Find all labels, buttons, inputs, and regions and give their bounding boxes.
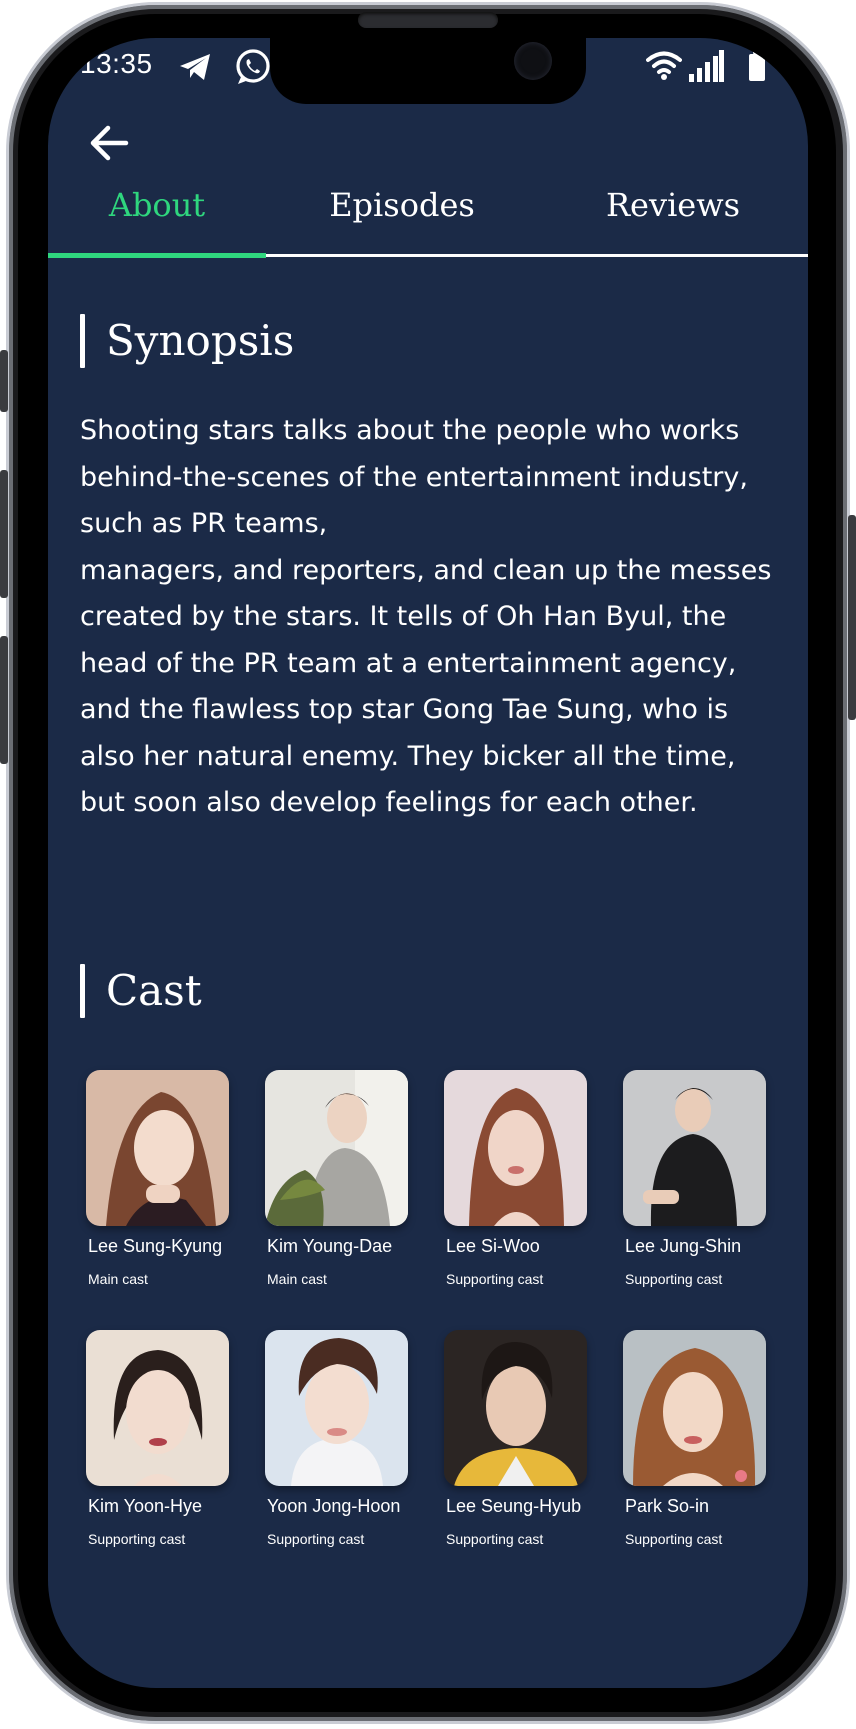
cast-card[interactable]: Park So-in Supporting cast [619,1330,771,1570]
wifi-icon [646,51,682,80]
mute-switch [0,350,8,412]
volume-down-button [0,636,8,764]
cast-name: Kim Young-Dae [267,1236,393,1256]
cast-card[interactable]: Lee Sung-Kyung Main cast [82,1070,234,1310]
cast-role: Supporting cast [625,1531,723,1547]
cast-photo [623,1330,766,1486]
back-arrow-icon[interactable] [88,122,130,164]
cast-card[interactable]: Lee Jung-Shin Supporting cast [619,1070,771,1310]
cast-name: Kim Yoon-Hye [88,1496,203,1516]
volume-up-button [0,470,8,598]
front-camera [514,42,552,80]
cast-photo [444,1330,587,1486]
cast-name: Lee Jung-Shin [625,1236,742,1256]
telegram-icon [180,54,210,80]
cast-name: Lee Seung-Hyub [446,1496,582,1516]
cast-photo [86,1330,229,1486]
section-accent-bar [80,314,85,368]
cast-photo [265,1070,408,1226]
cast-role: Supporting cast [446,1271,544,1287]
synopsis-title: Synopsis [106,316,295,365]
cast-photo [623,1070,766,1226]
earpiece-speaker [358,12,498,28]
synopsis-text: Shooting stars talks about the people wh… [80,415,772,818]
cast-role: Supporting cast [267,1531,365,1547]
notch [270,38,586,104]
cast-name: Lee Sung-Kyung [88,1236,223,1256]
whatsapp-icon [236,49,270,84]
app-screen: 13:35 About Episodes Reviews Synopsis Sh… [48,38,808,1688]
section-accent-bar [80,964,85,1018]
tab-about[interactable]: About [48,186,266,230]
tab-reviews[interactable]: Reviews [538,186,808,230]
cast-photo [86,1070,229,1226]
signal-icon [689,50,724,82]
cast-role: Main cast [88,1271,148,1287]
cast-card[interactable]: Lee Si-Woo Supporting cast [440,1070,592,1310]
cast-card[interactable]: Kim Yoon-Hye Supporting cast [82,1330,234,1570]
power-button [848,515,856,720]
cast-card[interactable]: Kim Young-Dae Main cast [261,1070,413,1310]
cast-name: Lee Si-Woo [446,1236,540,1256]
cast-name: Park So-in [625,1496,710,1516]
tab-episodes[interactable]: Episodes [266,186,538,230]
cast-role: Supporting cast [446,1531,544,1547]
status-time: 13:35 [80,48,153,79]
cast-title: Cast [106,966,202,1015]
cast-role: Main cast [267,1271,327,1287]
battery-icon [749,50,765,81]
cast-photo [265,1330,408,1486]
cast-role: Supporting cast [625,1271,723,1287]
tab-bar: About Episodes Reviews [48,178,808,298]
cast-role: Supporting cast [88,1531,186,1547]
tab-active-indicator [48,253,266,258]
cast-card[interactable]: Lee Seung-Hyub Supporting cast [440,1330,592,1570]
cast-photo [444,1070,587,1226]
cast-name: Yoon Jong-Hoon [267,1496,401,1516]
cast-card[interactable]: Yoon Jong-Hoon Supporting cast [261,1330,413,1570]
